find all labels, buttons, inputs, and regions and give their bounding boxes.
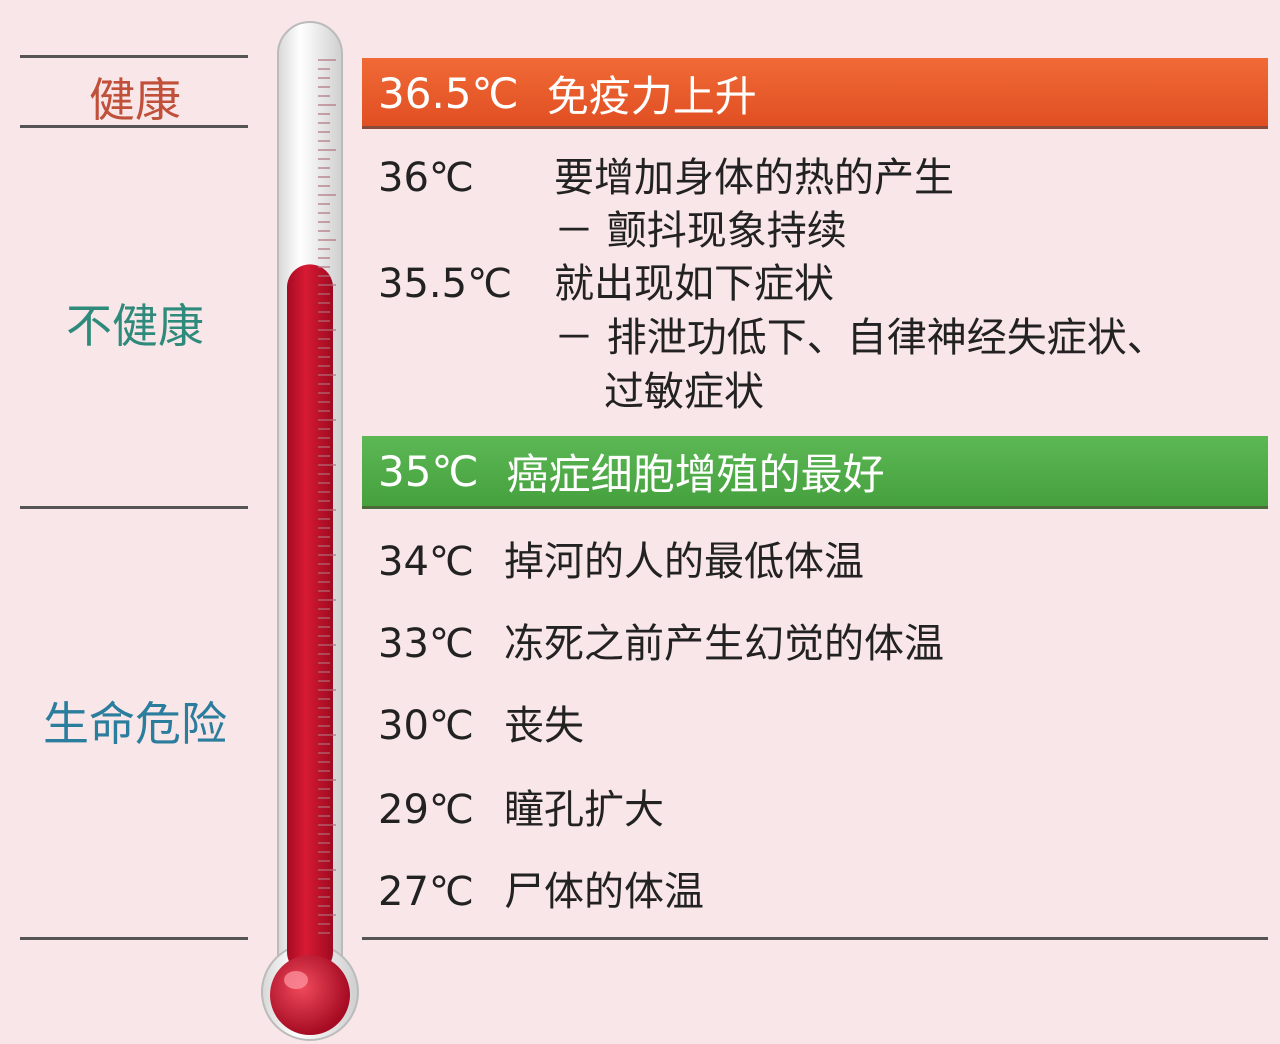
- entry-36: 36℃ 要增加身体的热的产生: [378, 152, 954, 204]
- entry-30-temp: 30℃: [378, 703, 474, 749]
- entry-33-text: 冻死之前产生幻觉的体温: [504, 621, 944, 667]
- entry-30: 30℃ 丧失: [378, 700, 584, 752]
- entry-33-temp: 33℃: [378, 621, 474, 667]
- content-bottom-line: [362, 937, 1268, 940]
- thermometer-bulb: [270, 955, 350, 1035]
- entry-30-text: 丧失: [504, 703, 584, 749]
- entry-36-text: 要增加身体的热的产生: [554, 155, 954, 201]
- entry-36-sub: － 颤抖现象持续: [554, 208, 847, 254]
- entry-355-temp: 35.5℃: [378, 261, 512, 307]
- band-cancer-text: 癌症细胞增殖的最好: [506, 449, 885, 499]
- band-cancer: 35℃ 癌症细胞增殖的最好: [362, 436, 1268, 506]
- entry-355-sub2: 过敏症状: [604, 369, 764, 415]
- entry-29: 29℃ 瞳孔扩大: [378, 784, 664, 836]
- entry-29-temp: 29℃: [378, 787, 474, 833]
- band-top-underline: [362, 126, 1268, 129]
- band-immunity-text: 免疫力上升: [546, 71, 757, 121]
- entry-34-temp: 34℃: [378, 539, 474, 585]
- entry-355-text: 就出现如下症状: [554, 261, 834, 307]
- entry-33: 33℃ 冻死之前产生幻觉的体温: [378, 618, 944, 670]
- entry-34-text: 掉河的人的最低体温: [504, 539, 864, 585]
- band-mid-underline: [362, 506, 1268, 509]
- entry-355: 35.5℃ 就出现如下症状: [378, 258, 834, 310]
- entry-27-temp: 27℃: [378, 869, 474, 915]
- entry-29-text: 瞳孔扩大: [504, 787, 664, 833]
- entry-27-text: 尸体的体温: [504, 869, 704, 915]
- entry-34: 34℃ 掉河的人的最低体温: [378, 536, 864, 588]
- entry-36-temp: 36℃: [378, 155, 474, 201]
- thermometer-liquid: [287, 264, 333, 975]
- entry-355-sub1: － 排泄功低下、自律神经失症状、: [554, 315, 1167, 361]
- band-cancer-temp: 35℃: [378, 446, 479, 496]
- entry-27: 27℃ 尸体的体温: [378, 866, 704, 918]
- band-immunity-up: 36.5℃ 免疫力上升: [362, 58, 1268, 128]
- band-immunity-temp: 36.5℃: [378, 68, 519, 118]
